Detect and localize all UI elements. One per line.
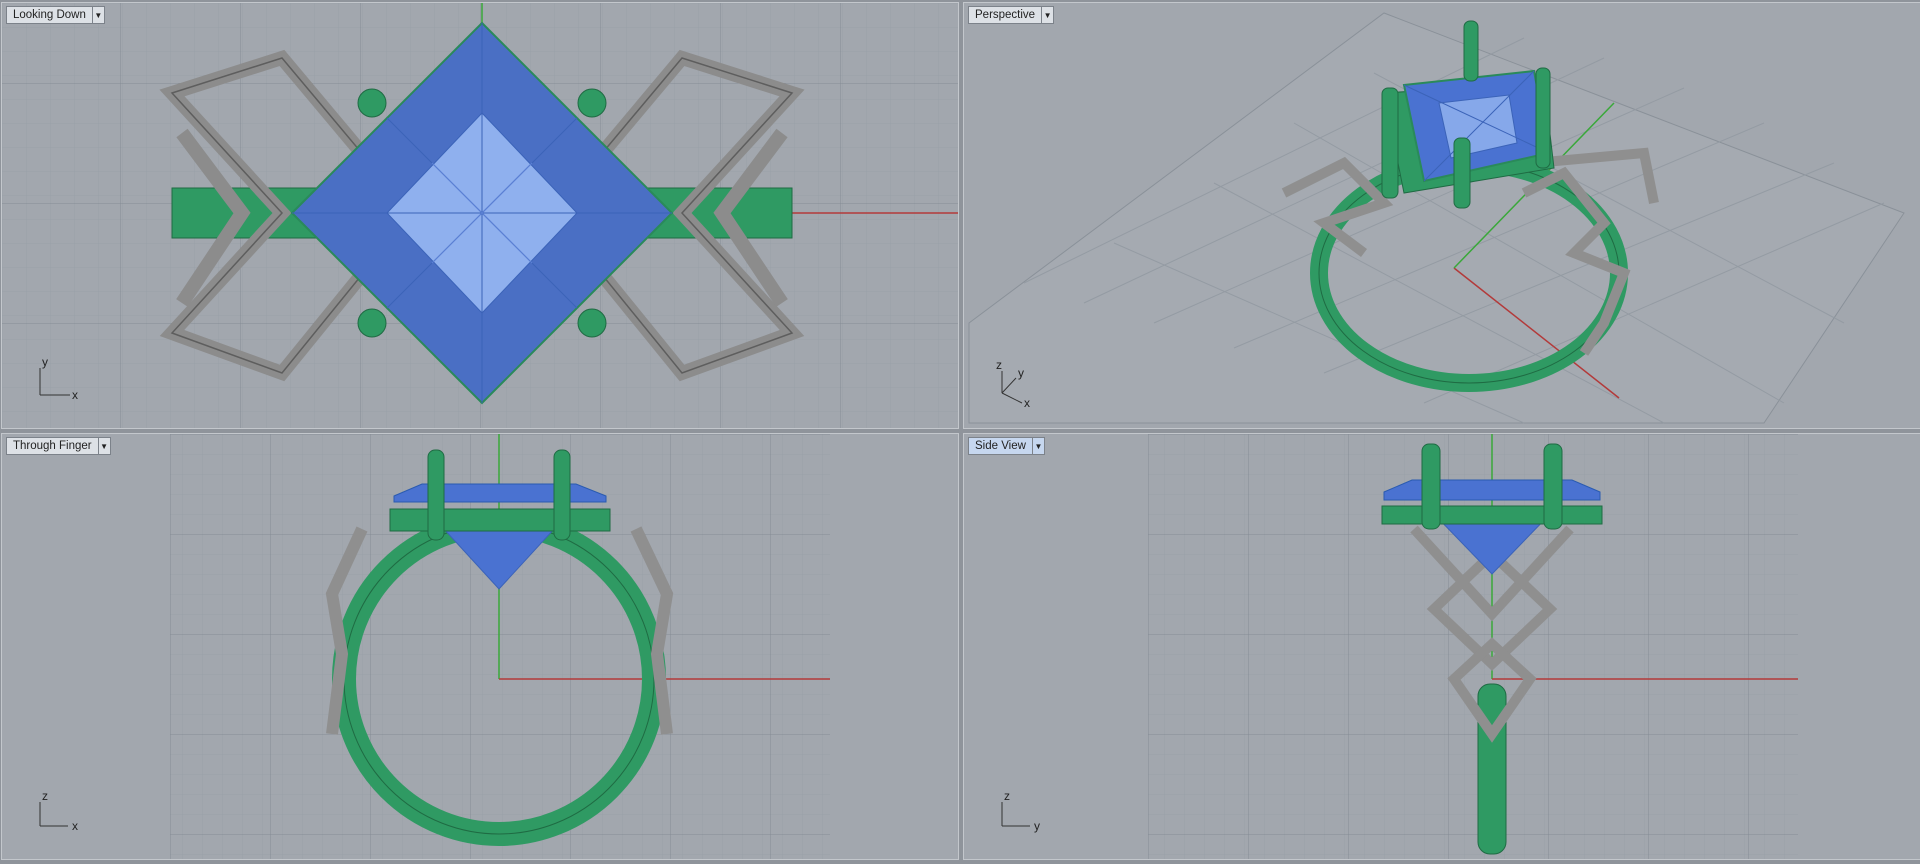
viewport-title-tab[interactable]: Side View ▼ — [968, 437, 1045, 455]
prong — [357, 308, 387, 338]
dropdown-arrow-icon[interactable]: ▼ — [91, 7, 104, 23]
prong — [577, 88, 607, 118]
axis-label-vertical: z — [42, 789, 48, 803]
prong — [1543, 443, 1563, 530]
dropdown-arrow-icon[interactable]: ▼ — [97, 438, 110, 454]
viewport-grid: Looking Down ▼ y x Perspective ▼ z y x T… — [0, 0, 1920, 864]
axis-label-depth: y — [1018, 366, 1024, 380]
axis-label-horizontal: x — [72, 388, 78, 402]
prong — [1535, 67, 1551, 169]
viewport-looking-down[interactable]: Looking Down ▼ y x — [1, 2, 959, 429]
viewport-title: Through Finger — [13, 440, 92, 452]
viewport-side-view[interactable]: Side View ▼ z y — [963, 433, 1920, 860]
gem-crown — [1383, 479, 1601, 501]
prong — [1453, 137, 1471, 209]
viewport-title: Looking Down — [13, 9, 86, 21]
axis-label-horizontal: x — [72, 819, 78, 833]
viewport-title: Side View — [975, 440, 1026, 452]
setting-block — [389, 508, 611, 532]
viewport-canvas[interactable]: z x — [2, 434, 959, 860]
axis-indicator: z y — [1001, 789, 1040, 833]
viewport-perspective[interactable]: Perspective ▼ z y x — [963, 2, 1920, 429]
prong — [577, 308, 607, 338]
viewport-title: Perspective — [975, 9, 1036, 21]
axis-label-vertical: y — [42, 355, 48, 369]
prong — [553, 449, 571, 541]
dropdown-arrow-icon[interactable]: ▼ — [1031, 438, 1044, 454]
axis-indicator: z x — [39, 789, 78, 833]
viewport-canvas[interactable]: z y x — [964, 3, 1920, 429]
axis-label-horizontal: x — [1024, 396, 1030, 410]
viewport-canvas[interactable]: z y — [964, 434, 1920, 860]
prong — [1421, 443, 1441, 530]
axis-label-vertical: z — [1004, 789, 1010, 803]
ring-shank — [1477, 683, 1507, 855]
viewport-title-tab[interactable]: Through Finger ▼ — [6, 437, 111, 455]
viewport-canvas[interactable]: y x — [2, 3, 959, 429]
axis-label-vertical: z — [996, 358, 1002, 372]
viewport-title-tab[interactable]: Perspective ▼ — [968, 6, 1055, 24]
viewport-through-finger[interactable]: Through Finger ▼ z x — [1, 433, 959, 860]
prong — [357, 88, 387, 118]
setting-block — [1381, 505, 1603, 525]
axis-label-horizontal: y — [1034, 819, 1040, 833]
viewport-title-tab[interactable]: Looking Down ▼ — [6, 6, 105, 24]
perspective-grid — [968, 12, 1905, 424]
dropdown-arrow-icon[interactable]: ▼ — [1041, 7, 1053, 23]
prong — [1381, 87, 1399, 199]
gem-crown — [393, 483, 607, 503]
prong — [1463, 20, 1479, 82]
prong — [427, 449, 445, 541]
